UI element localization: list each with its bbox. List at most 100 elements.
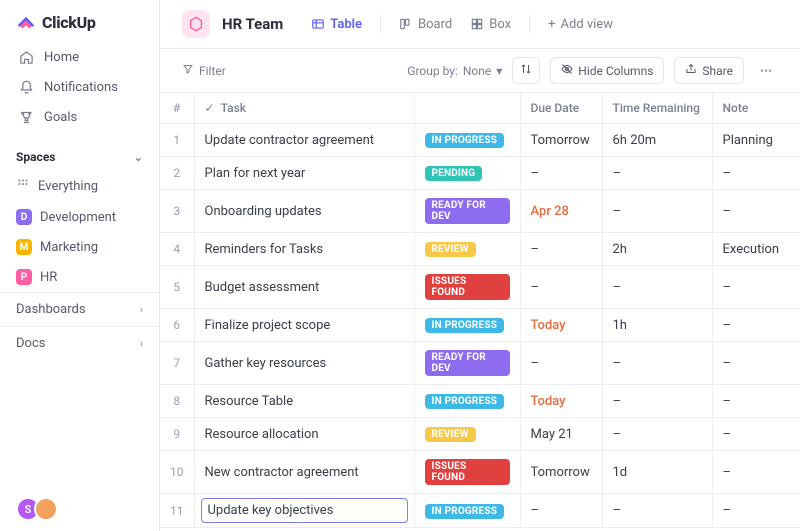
- view-board[interactable]: Board: [399, 17, 452, 32]
- cell-note[interactable]: –: [712, 385, 800, 418]
- table-row[interactable]: 7 Gather key resources READY FOR DEV – –…: [160, 342, 800, 385]
- nav-docs[interactable]: Docs ›: [0, 326, 159, 360]
- share-button[interactable]: Share: [674, 57, 744, 84]
- space-item[interactable]: MMarketing: [0, 232, 159, 262]
- group-by-control[interactable]: Group by: None ▾: [407, 64, 502, 78]
- cell-due-date[interactable]: –: [520, 233, 602, 266]
- cell-task[interactable]: Onboarding updates: [194, 190, 414, 233]
- cell-task[interactable]: New contractor agreement: [194, 451, 414, 494]
- home-icon: [18, 49, 34, 65]
- cell-status[interactable]: PENDING: [414, 157, 520, 190]
- avatar[interactable]: [34, 497, 58, 521]
- nav-goals[interactable]: Goals: [8, 102, 151, 132]
- cell-note[interactable]: –: [712, 190, 800, 233]
- hide-columns-button[interactable]: Hide Columns: [550, 57, 664, 84]
- cell-status[interactable]: IN PROGRESS: [414, 385, 520, 418]
- cell-task[interactable]: Budget assessment: [194, 266, 414, 309]
- cell-due-date[interactable]: May 21: [520, 418, 602, 451]
- cell-note[interactable]: –: [712, 342, 800, 385]
- cell-time-remaining[interactable]: –: [602, 418, 712, 451]
- cell-note[interactable]: Execution: [712, 233, 800, 266]
- cell-note[interactable]: –: [712, 157, 800, 190]
- table-scroll[interactable]: # ✓ Task Due Date Time Remaining Note 1 …: [160, 93, 800, 531]
- table-row[interactable]: 4 Reminders for Tasks REVIEW – 2h Execut…: [160, 233, 800, 266]
- app-name: ClickUp: [42, 13, 96, 32]
- spaces-header[interactable]: Spaces ⌄: [0, 140, 159, 170]
- nav-notifications[interactable]: Notifications: [8, 72, 151, 102]
- col-index[interactable]: #: [160, 93, 194, 124]
- table-row[interactable]: 2 Plan for next year PENDING – – –: [160, 157, 800, 190]
- cell-due-date[interactable]: Today: [520, 309, 602, 342]
- cell-task[interactable]: Reminders for Tasks: [194, 233, 414, 266]
- table-row[interactable]: 10 New contractor agreement ISSUES FOUND…: [160, 451, 800, 494]
- cell-due-date[interactable]: –: [520, 342, 602, 385]
- cell-due-date[interactable]: Tomorrow: [520, 124, 602, 157]
- nav-dashboards[interactable]: Dashboards ›: [0, 292, 159, 326]
- cell-due-date[interactable]: Tomorrow: [520, 451, 602, 494]
- cell-status[interactable]: READY FOR DEV: [414, 342, 520, 385]
- caret-down-icon: ▾: [496, 64, 502, 78]
- table-row[interactable]: 8 Resource Table IN PROGRESS Today – –: [160, 385, 800, 418]
- cell-note[interactable]: –: [712, 309, 800, 342]
- status-badge: REVIEW: [425, 427, 476, 442]
- filter-button[interactable]: Filter: [182, 63, 226, 78]
- view-table[interactable]: Table: [311, 17, 362, 32]
- more-menu[interactable]: •••: [754, 64, 778, 78]
- cell-due-date[interactable]: –: [520, 266, 602, 309]
- col-remaining[interactable]: Time Remaining: [602, 93, 712, 124]
- cell-task[interactable]: Plan for next year: [194, 157, 414, 190]
- cell-note[interactable]: Planning: [712, 124, 800, 157]
- cell-time-remaining[interactable]: 2h: [602, 233, 712, 266]
- add-view[interactable]: + Add view: [548, 17, 613, 32]
- cell-due-date[interactable]: –: [520, 494, 602, 528]
- cell-due-date[interactable]: Apr 28: [520, 190, 602, 233]
- cell-task[interactable]: Gather key resources: [194, 342, 414, 385]
- cell-note[interactable]: –: [712, 451, 800, 494]
- cell-task[interactable]: Update contractor agreement: [194, 124, 414, 157]
- col-task[interactable]: ✓ Task: [194, 93, 414, 124]
- space-everything[interactable]: Everything: [0, 170, 159, 202]
- col-due[interactable]: Due Date: [520, 93, 602, 124]
- cell-time-remaining[interactable]: 1h: [602, 309, 712, 342]
- cell-status[interactable]: READY FOR DEV: [414, 190, 520, 233]
- col-note[interactable]: Note: [712, 93, 800, 124]
- cell-note[interactable]: –: [712, 418, 800, 451]
- sort-button[interactable]: [512, 57, 540, 84]
- cell-time-remaining[interactable]: 6h 20m: [602, 124, 712, 157]
- cell-time-remaining[interactable]: –: [602, 494, 712, 528]
- cell-status[interactable]: IN PROGRESS: [414, 124, 520, 157]
- cell-time-remaining[interactable]: –: [602, 342, 712, 385]
- nav-home[interactable]: Home: [8, 42, 151, 72]
- cell-status[interactable]: REVIEW: [414, 418, 520, 451]
- cell-time-remaining[interactable]: –: [602, 266, 712, 309]
- table-row[interactable]: 5 Budget assessment ISSUES FOUND – – –: [160, 266, 800, 309]
- table-row[interactable]: 9 Resource allocation REVIEW May 21 – –: [160, 418, 800, 451]
- view-box[interactable]: Box: [470, 17, 511, 32]
- space-item[interactable]: DDevelopment: [0, 202, 159, 232]
- table-row[interactable]: 11 Update key objectives IN PROGRESS – –…: [160, 494, 800, 528]
- row-index: 5: [160, 266, 194, 309]
- cell-due-date[interactable]: –: [520, 157, 602, 190]
- space-item[interactable]: PHR: [0, 262, 159, 292]
- task-name-input[interactable]: Update key objectives: [201, 498, 408, 523]
- table-row[interactable]: 3 Onboarding updates READY FOR DEV Apr 2…: [160, 190, 800, 233]
- cell-due-date[interactable]: Today: [520, 385, 602, 418]
- cell-time-remaining[interactable]: 1d: [602, 451, 712, 494]
- cell-task[interactable]: Resource allocation: [194, 418, 414, 451]
- cell-note[interactable]: –: [712, 494, 800, 528]
- table-row[interactable]: 6 Finalize project scope IN PROGRESS Tod…: [160, 309, 800, 342]
- cell-time-remaining[interactable]: –: [602, 385, 712, 418]
- cell-task[interactable]: Finalize project scope: [194, 309, 414, 342]
- cell-note[interactable]: –: [712, 266, 800, 309]
- col-status[interactable]: [414, 93, 520, 124]
- cell-status[interactable]: IN PROGRESS: [414, 309, 520, 342]
- cell-time-remaining[interactable]: –: [602, 157, 712, 190]
- cell-status[interactable]: ISSUES FOUND: [414, 266, 520, 309]
- table-row[interactable]: 1 Update contractor agreement IN PROGRES…: [160, 124, 800, 157]
- cell-status[interactable]: IN PROGRESS: [414, 494, 520, 528]
- cell-task[interactable]: Resource Table: [194, 385, 414, 418]
- cell-status[interactable]: ISSUES FOUND: [414, 451, 520, 494]
- cell-time-remaining[interactable]: –: [602, 190, 712, 233]
- cell-task[interactable]: Update key objectives: [194, 494, 414, 528]
- cell-status[interactable]: REVIEW: [414, 233, 520, 266]
